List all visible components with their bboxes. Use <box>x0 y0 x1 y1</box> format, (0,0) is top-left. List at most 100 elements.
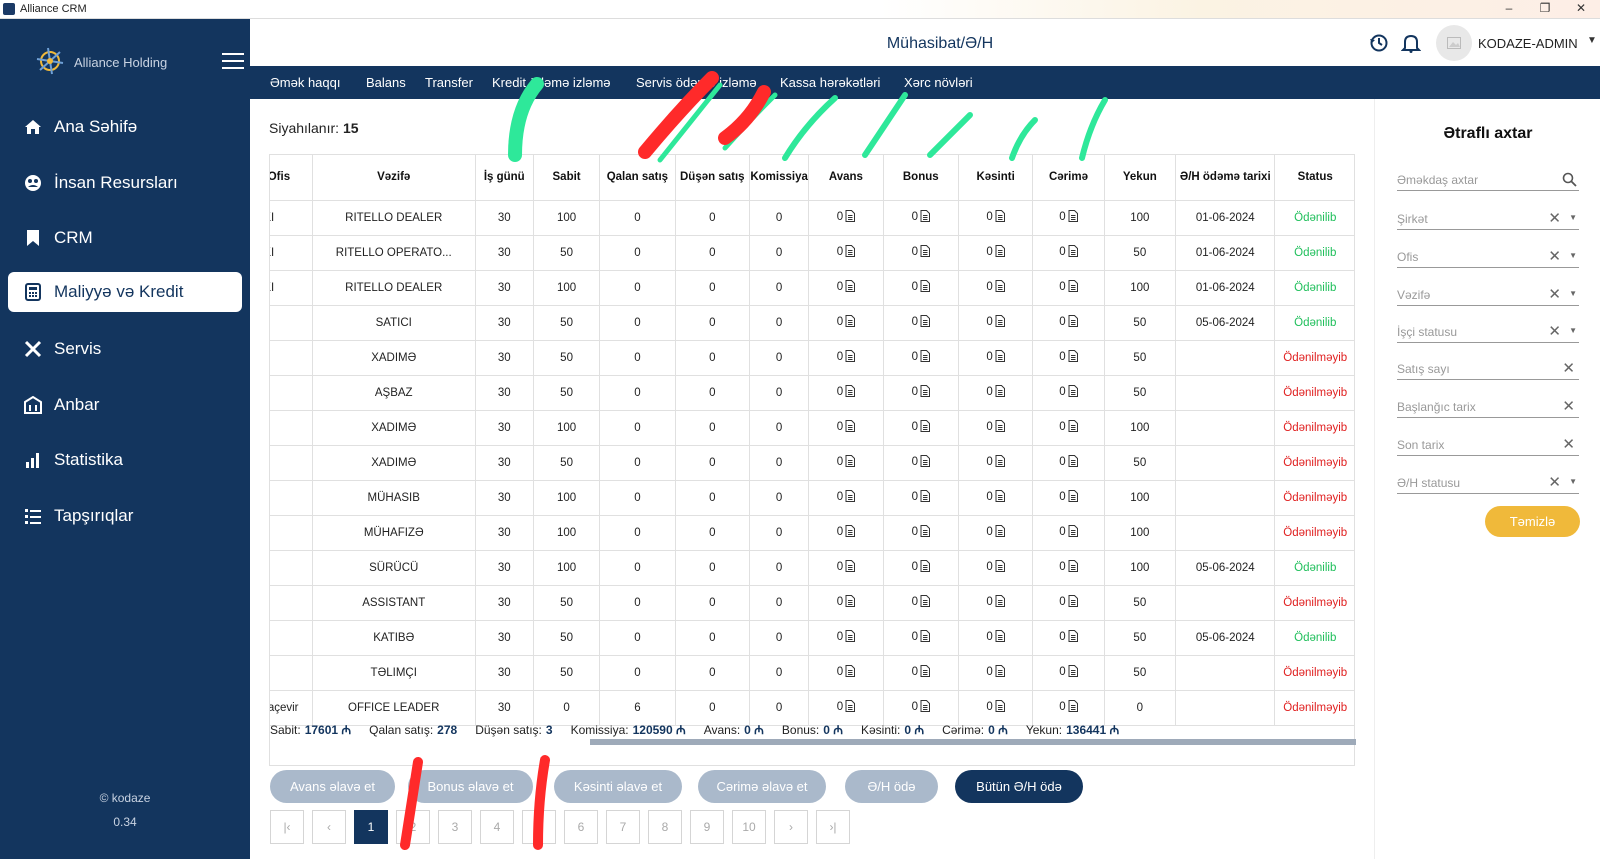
document-icon[interactable] <box>995 560 1005 575</box>
document-icon[interactable] <box>920 525 930 540</box>
cell-bonus[interactable]: 0 <box>883 270 959 306</box>
document-icon[interactable] <box>920 385 930 400</box>
cell-avans[interactable]: 0 <box>808 235 884 271</box>
tab-balance[interactable]: Balans <box>366 75 406 90</box>
cell-kesinti[interactable]: 0 <box>958 655 1034 691</box>
document-icon[interactable] <box>995 210 1005 225</box>
cell-bonus[interactable]: 0 <box>883 550 959 586</box>
document-icon[interactable] <box>995 245 1005 260</box>
document-icon[interactable] <box>920 595 930 610</box>
cell-cerime[interactable]: 0 <box>1032 270 1105 306</box>
column-header[interactable]: Sabit <box>533 155 601 201</box>
cell-cerime[interactable]: 0 <box>1032 340 1105 376</box>
add-bonus-button[interactable]: Bonus əlavə et <box>408 770 533 803</box>
cell-cerime[interactable]: 0 <box>1032 305 1105 341</box>
table-row[interactable]: SÜRÜCÜ 30 100 0 0 0 0 0 0 0 100 05-06-2024 Ödənilib <box>270 550 1354 586</box>
clear-icon[interactable]: ✕ <box>1548 247 1561 265</box>
add-penalty-button[interactable]: Cərimə əlavə et <box>698 770 826 803</box>
document-icon[interactable] <box>920 560 930 575</box>
document-icon[interactable] <box>1068 350 1078 365</box>
tab-expense-types[interactable]: Xərc növləri <box>904 75 973 90</box>
cell-cerime[interactable]: 0 <box>1032 690 1105 726</box>
document-icon[interactable] <box>845 630 856 645</box>
column-header[interactable]: Düşən satış <box>675 155 750 201</box>
column-header[interactable]: Ə/H ödəmə tarixi <box>1175 155 1276 201</box>
sidebar-item-crm[interactable]: CRM <box>8 218 242 258</box>
document-icon[interactable] <box>920 420 930 435</box>
sidebar-item-statistics[interactable]: Statistika <box>8 440 242 480</box>
end-date-input[interactable]: Son tarix ✕ <box>1397 434 1579 456</box>
cell-kesinti[interactable]: 0 <box>958 200 1034 236</box>
cell-avans[interactable]: 0 <box>808 585 884 621</box>
cell-avans[interactable]: 0 <box>808 480 884 516</box>
cell-avans[interactable]: 0 <box>808 270 884 306</box>
sidebar-item-service[interactable]: Servis <box>8 329 242 369</box>
document-icon[interactable] <box>920 700 930 715</box>
document-icon[interactable] <box>845 210 856 225</box>
cell-kesinti[interactable]: 0 <box>958 515 1034 551</box>
cell-avans[interactable]: 0 <box>808 515 884 551</box>
add-deduction-button[interactable]: Kəsinti əlavə et <box>554 770 682 803</box>
bell-icon[interactable] <box>1401 33 1421 53</box>
cell-cerime[interactable]: 0 <box>1032 235 1105 271</box>
document-icon[interactable] <box>1068 455 1078 470</box>
close-button[interactable]: ✕ <box>1566 1 1596 15</box>
document-icon[interactable] <box>995 280 1005 295</box>
last-page-button[interactable]: ›| <box>816 810 850 844</box>
cell-bonus[interactable]: 0 <box>883 200 959 236</box>
cell-bonus[interactable]: 0 <box>883 305 959 341</box>
cell-avans[interactable]: 0 <box>808 340 884 376</box>
document-icon[interactable] <box>995 700 1005 715</box>
office-select[interactable]: Ofis ✕ ▼ <box>1397 246 1579 268</box>
sidebar-item-home[interactable]: Ana Səhifə <box>8 107 242 147</box>
cell-kesinti[interactable]: 0 <box>958 445 1034 481</box>
document-icon[interactable] <box>995 350 1005 365</box>
cell-bonus[interactable]: 0 <box>883 235 959 271</box>
cell-kesinti[interactable]: 0 <box>958 340 1034 376</box>
document-icon[interactable] <box>995 490 1005 505</box>
page-button[interactable]: 4 <box>480 810 514 844</box>
company-select[interactable]: Şirkət ✕ ▼ <box>1397 208 1579 230</box>
document-icon[interactable] <box>995 420 1005 435</box>
cell-bonus[interactable]: 0 <box>883 340 959 376</box>
table-row[interactable]: MÜHASIB 30 100 0 0 0 0 0 0 0 100 Ödənilməyib <box>270 480 1354 516</box>
start-date-input[interactable]: Başlanğıc tarix ✕ <box>1397 396 1579 418</box>
cell-avans[interactable]: 0 <box>808 445 884 481</box>
document-icon[interactable] <box>1068 245 1078 260</box>
document-icon[interactable] <box>995 665 1005 680</box>
cell-bonus[interactable]: 0 <box>883 410 959 446</box>
cell-bonus[interactable]: 0 <box>883 655 959 691</box>
cell-cerime[interactable]: 0 <box>1032 620 1105 656</box>
cell-cerime[interactable]: 0 <box>1032 375 1105 411</box>
cell-bonus[interactable]: 0 <box>883 515 959 551</box>
document-icon[interactable] <box>1068 525 1078 540</box>
table-row[interactable]: XADIMƏ 30 100 0 0 0 0 0 0 0 100 Ödənilməyib <box>270 410 1354 446</box>
column-header[interactable]: Vəzifə <box>312 155 476 201</box>
cell-kesinti[interactable]: 0 <box>958 480 1034 516</box>
column-header[interactable]: İş günü <box>475 155 534 201</box>
column-header[interactable]: Avans <box>808 155 884 201</box>
cell-cerime[interactable]: 0 <box>1032 585 1105 621</box>
page-button[interactable]: 2 <box>396 810 430 844</box>
pay-all-salaries-button[interactable]: Bütün Ə/H ödə <box>955 770 1083 803</box>
table-row[interactable]: ASSISTANT 30 50 0 0 0 0 0 0 0 50 Ödənilməyib <box>270 585 1354 621</box>
cell-kesinti[interactable]: 0 <box>958 620 1034 656</box>
tab-salary[interactable]: Əmək haqqı <box>270 75 340 90</box>
document-icon[interactable] <box>995 595 1005 610</box>
cell-bonus[interactable]: 0 <box>883 585 959 621</box>
page-button[interactable]: 8 <box>648 810 682 844</box>
document-icon[interactable] <box>845 280 856 295</box>
document-icon[interactable] <box>845 700 856 715</box>
cell-avans[interactable]: 0 <box>808 200 884 236</box>
page-button[interactable]: 3 <box>438 810 472 844</box>
cell-kesinti[interactable]: 0 <box>958 375 1034 411</box>
table-row[interactable]: AğcaçevirOFFICE LEADER30060000000Ödənilm… <box>270 690 1354 726</box>
document-icon[interactable] <box>845 350 856 365</box>
chevron-down-icon[interactable]: ▼ <box>1569 289 1577 298</box>
document-icon[interactable] <box>845 455 856 470</box>
column-header[interactable]: Qalan satış <box>599 155 676 201</box>
column-header[interactable]: Cərimə <box>1032 155 1105 201</box>
table-row[interactable]: AŞBAZ 30 50 0 0 0 0 0 0 0 50 Ödənilməyib <box>270 375 1354 411</box>
document-icon[interactable] <box>845 665 856 680</box>
document-icon[interactable] <box>920 665 930 680</box>
